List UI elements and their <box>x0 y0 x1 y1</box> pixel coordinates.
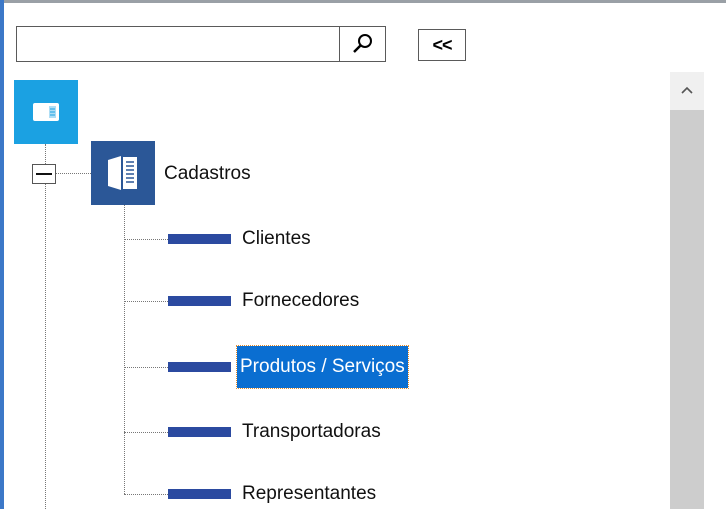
tree-connector <box>124 205 125 494</box>
child-node-icon <box>168 296 231 306</box>
tree-connector <box>124 367 168 368</box>
tree-group-node[interactable] <box>91 141 155 205</box>
tree-item-transportadoras[interactable]: Transportadoras <box>242 418 381 446</box>
scroll-up-button[interactable] <box>670 72 704 108</box>
collapse-node-toggle[interactable] <box>32 164 56 184</box>
tree-connector <box>124 239 168 240</box>
tree-connector <box>124 432 168 433</box>
tree-connector <box>45 184 46 509</box>
tree-group-label[interactable]: Cadastros <box>164 160 251 188</box>
module-icon <box>33 103 59 121</box>
tree-item-clientes[interactable]: Clientes <box>242 225 311 253</box>
tree-item-fornecedores[interactable]: Fornecedores <box>242 287 359 315</box>
child-node-icon <box>168 427 231 437</box>
search-input[interactable] <box>17 27 339 61</box>
collapse-panel-button[interactable]: << <box>418 29 466 61</box>
tree-root-node[interactable] <box>14 80 78 144</box>
child-node-icon <box>168 489 231 499</box>
chevron-up-icon <box>681 86 693 94</box>
search-icon <box>352 34 372 53</box>
window-left-border <box>0 0 4 509</box>
child-node-icon <box>168 234 231 244</box>
tree-connector <box>56 173 91 174</box>
child-node-icon <box>168 362 231 372</box>
scrollbar-thumb[interactable] <box>670 110 704 509</box>
book-icon <box>108 156 137 190</box>
tree-item-produtos-servicos[interactable]: Produtos / Serviços <box>236 345 409 389</box>
vertical-scrollbar[interactable] <box>670 72 704 509</box>
tree-item-representantes[interactable]: Representantes <box>242 480 376 508</box>
search-box <box>16 26 386 62</box>
tree-connector <box>124 494 168 495</box>
window-top-border <box>0 0 726 3</box>
tree-connector <box>45 144 46 164</box>
tree-connector <box>124 301 168 302</box>
search-button[interactable] <box>339 27 385 61</box>
